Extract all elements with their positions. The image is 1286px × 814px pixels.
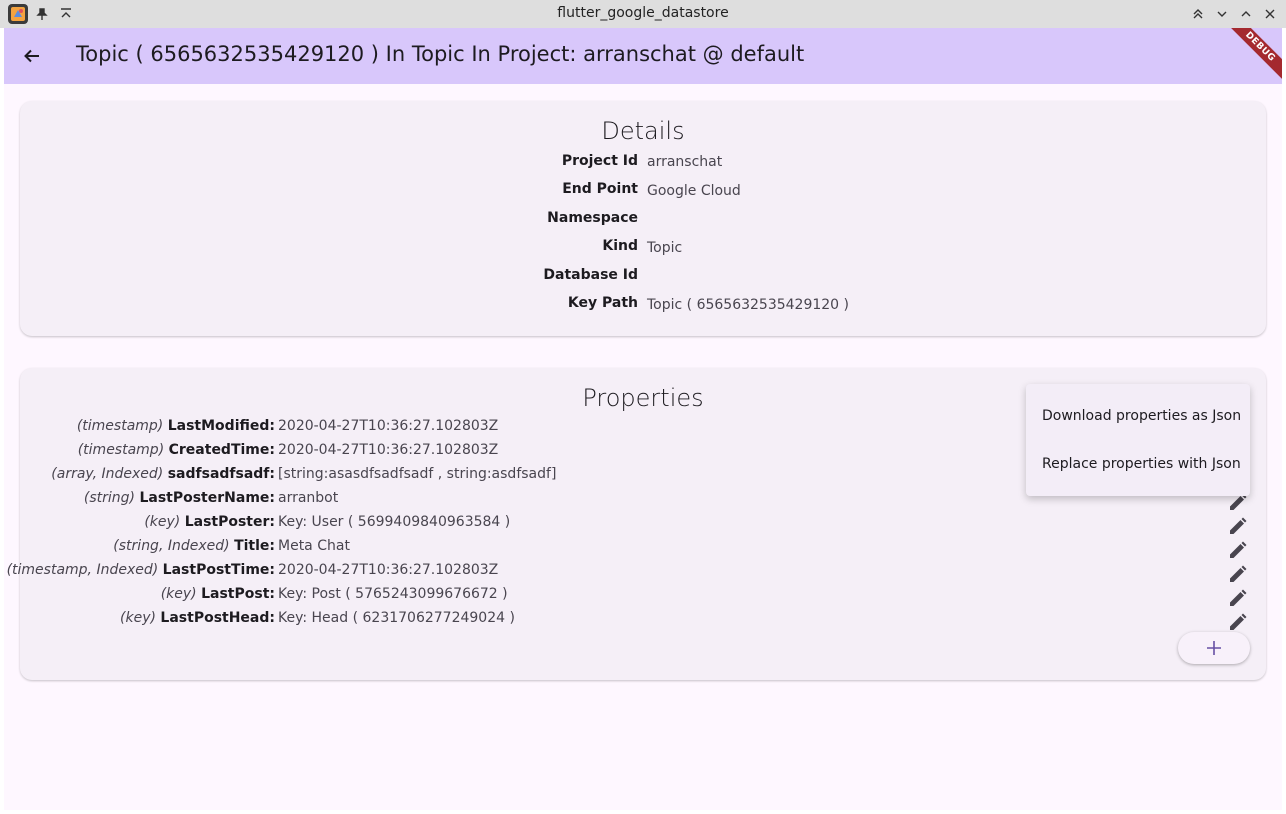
property-type: (string) xyxy=(83,490,135,506)
property-name: sadfsadfsadf: xyxy=(167,466,275,482)
pencil-icon xyxy=(1230,565,1247,582)
details-card: Details Project Id arranschat End Point … xyxy=(20,101,1266,336)
property-value: Key: Head ( 6231706277249024 ) xyxy=(278,610,515,626)
property-type: (string, Indexed) xyxy=(113,538,230,554)
property-value: Key: User ( 5699409840963584 ) xyxy=(278,514,511,530)
details-title: Details xyxy=(601,117,685,145)
property-row: (timestamp, Indexed) LastPostTime: 2020-… xyxy=(7,562,1266,584)
property-name: LastPoster: xyxy=(184,514,275,530)
property-type: (key) xyxy=(120,610,156,626)
property-row: (key) LastPoster: Key: User ( 5699409840… xyxy=(20,514,1266,536)
property-name: LastModified: xyxy=(167,418,275,434)
detail-label: End Point xyxy=(562,181,638,197)
pencil-icon xyxy=(1230,589,1247,606)
minimize-icon[interactable] xyxy=(1212,4,1232,24)
pencil-icon xyxy=(1230,541,1247,558)
detail-value: arranschat xyxy=(647,154,723,170)
properties-menu: Download properties as Json Replace prop… xyxy=(1026,384,1250,496)
edit-property-button[interactable] xyxy=(1226,514,1250,538)
property-name: LastPostTime: xyxy=(162,562,275,578)
plus-icon xyxy=(1207,641,1221,655)
property-type: (key) xyxy=(144,514,181,530)
property-name: LastPosterName: xyxy=(139,490,275,506)
property-type: (timestamp, Indexed) xyxy=(6,562,159,578)
window-title: flutter_google_datastore xyxy=(557,5,729,21)
property-value: [string:asasdfsadfsadf , string:asdfsadf… xyxy=(278,466,557,482)
property-value: Meta Chat xyxy=(278,538,350,554)
add-property-button[interactable] xyxy=(1178,632,1250,664)
detail-label: Project Id xyxy=(561,153,638,169)
detail-value: Topic xyxy=(647,240,683,256)
maximize-icon[interactable] xyxy=(1236,4,1256,24)
detail-label: Database Id xyxy=(543,267,638,283)
menu-item-download-json[interactable]: Download properties as Json xyxy=(1026,392,1250,440)
property-type: (timestamp) xyxy=(76,418,164,434)
detail-row-end-point: End Point Google Cloud xyxy=(20,181,1266,201)
detail-row-project-id: Project Id arranschat xyxy=(20,153,1266,173)
window-titlebar: flutter_google_datastore xyxy=(0,0,1286,28)
pencil-icon xyxy=(1230,613,1247,630)
property-value: 2020-04-27T10:36:27.102803Z xyxy=(278,418,499,434)
arrow-back-icon xyxy=(24,49,39,63)
detail-row-database-id: Database Id xyxy=(20,267,1266,287)
property-value: Key: Post ( 5765243099676672 ) xyxy=(278,586,508,602)
property-value: arranbot xyxy=(278,490,339,506)
detail-row-kind: Kind Topic xyxy=(20,238,1266,258)
debug-banner: DEBUG xyxy=(1219,28,1282,88)
detail-label: Key Path xyxy=(567,295,638,311)
property-row: (key) LastPost: Key: Post ( 576524309967… xyxy=(20,586,1266,608)
property-value: 2020-04-27T10:36:27.102803Z xyxy=(278,442,499,458)
property-type: (array, Indexed) xyxy=(51,466,164,482)
app-window: Topic ( 6565632535429120 ) In Topic In P… xyxy=(4,28,1282,810)
back-button[interactable] xyxy=(16,40,48,72)
shade-icon[interactable] xyxy=(1188,4,1208,24)
edit-property-button[interactable] xyxy=(1226,538,1250,562)
detail-label: Namespace xyxy=(547,210,638,226)
detail-row-key-path: Key Path Topic ( 6565632535429120 ) xyxy=(20,295,1266,315)
property-type: (timestamp) xyxy=(77,442,165,458)
close-icon[interactable] xyxy=(1260,4,1280,24)
property-name: Title: xyxy=(234,538,275,554)
property-name: LastPost: xyxy=(201,586,275,602)
property-value: 2020-04-27T10:36:27.102803Z xyxy=(278,562,499,578)
property-name: LastPostHead: xyxy=(160,610,275,626)
menu-item-replace-json[interactable]: Replace properties with Json xyxy=(1026,440,1250,488)
property-type: (key) xyxy=(160,586,197,602)
detail-value: Google Cloud xyxy=(647,183,741,199)
edit-property-button[interactable] xyxy=(1226,586,1250,610)
edit-property-button[interactable] xyxy=(1226,562,1250,586)
detail-label: Kind xyxy=(602,238,638,254)
property-name: CreatedTime: xyxy=(168,442,275,458)
app-bar: Topic ( 6565632535429120 ) In Topic In P… xyxy=(4,28,1282,88)
detail-value: Topic ( 6565632535429120 ) xyxy=(647,297,850,313)
detail-row-namespace: Namespace xyxy=(20,210,1266,230)
pencil-icon xyxy=(1230,517,1247,534)
page-title: Topic ( 6565632535429120 ) In Topic In P… xyxy=(76,42,805,66)
edit-property-button[interactable] xyxy=(1226,610,1250,634)
property-row: (key) LastPostHead: Key: Head ( 62317062… xyxy=(20,610,1266,632)
property-row: (string, Indexed) Title: Meta Chat xyxy=(20,538,1266,560)
